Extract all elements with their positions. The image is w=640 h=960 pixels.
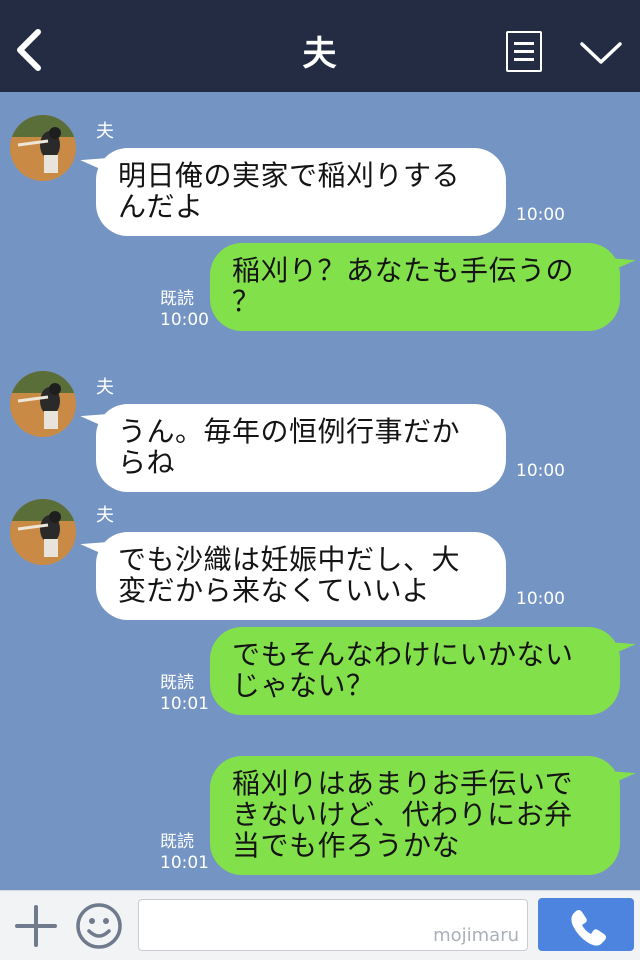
message-time: 10:00 xyxy=(160,310,209,330)
call-button[interactable] xyxy=(538,898,634,951)
smiley-icon xyxy=(76,903,122,949)
avatar[interactable] xyxy=(10,499,76,565)
read-receipt: 既読 xyxy=(160,832,194,852)
chat-header: 夫 xyxy=(0,0,640,92)
emoji-button[interactable] xyxy=(74,901,124,951)
avatar-photo xyxy=(10,499,76,565)
note-button[interactable] xyxy=(506,31,542,72)
message-bubble-outgoing[interactable]: でもそんなわけにいかない じゃない？ xyxy=(210,627,620,715)
message-time: 10:01 xyxy=(160,694,209,714)
note-icon xyxy=(514,42,534,45)
avatar-photo xyxy=(10,115,76,181)
message-bubble-outgoing[interactable]: 稲刈りはあまりお手伝いで きないけど、代わりにお弁 当でも作ろうかな xyxy=(210,756,620,875)
phone-icon xyxy=(571,910,606,946)
menu-toggle-button[interactable] xyxy=(578,36,624,70)
message-time: 10:00 xyxy=(516,205,565,225)
avatar[interactable] xyxy=(10,371,76,437)
message-text-input[interactable]: mojimaru xyxy=(138,899,528,951)
message-time: 10:00 xyxy=(516,461,565,481)
avatar-photo xyxy=(10,371,76,437)
message-time: 10:00 xyxy=(516,589,565,609)
avatar[interactable] xyxy=(10,115,76,181)
plus-icon xyxy=(15,905,57,947)
sender-name: 夫 xyxy=(96,505,114,526)
message-bubble-incoming[interactable]: 明日俺の実家で稲刈りする んだよ xyxy=(96,148,506,236)
message-time: 10:01 xyxy=(160,853,209,873)
watermark-text: mojimaru xyxy=(433,925,519,946)
sender-name: 夫 xyxy=(96,377,114,398)
add-attachment-button[interactable] xyxy=(14,904,58,948)
sender-name: 夫 xyxy=(96,121,114,142)
chat-title: 夫 xyxy=(302,34,338,74)
read-receipt: 既読 xyxy=(160,673,194,693)
message-bubble-outgoing[interactable]: 稲刈り？あなたも手伝うの ？ xyxy=(210,243,620,331)
chevron-down-icon xyxy=(580,42,622,64)
message-bubble-incoming[interactable]: うん。毎年の恒例行事だか らね xyxy=(96,404,506,492)
read-receipt: 既読 xyxy=(160,289,194,309)
message-bubble-incoming[interactable]: でも沙織は妊娠中だし、大 変だから来なくていいよ xyxy=(96,532,506,620)
message-input-bar: mojimaru xyxy=(0,890,640,960)
